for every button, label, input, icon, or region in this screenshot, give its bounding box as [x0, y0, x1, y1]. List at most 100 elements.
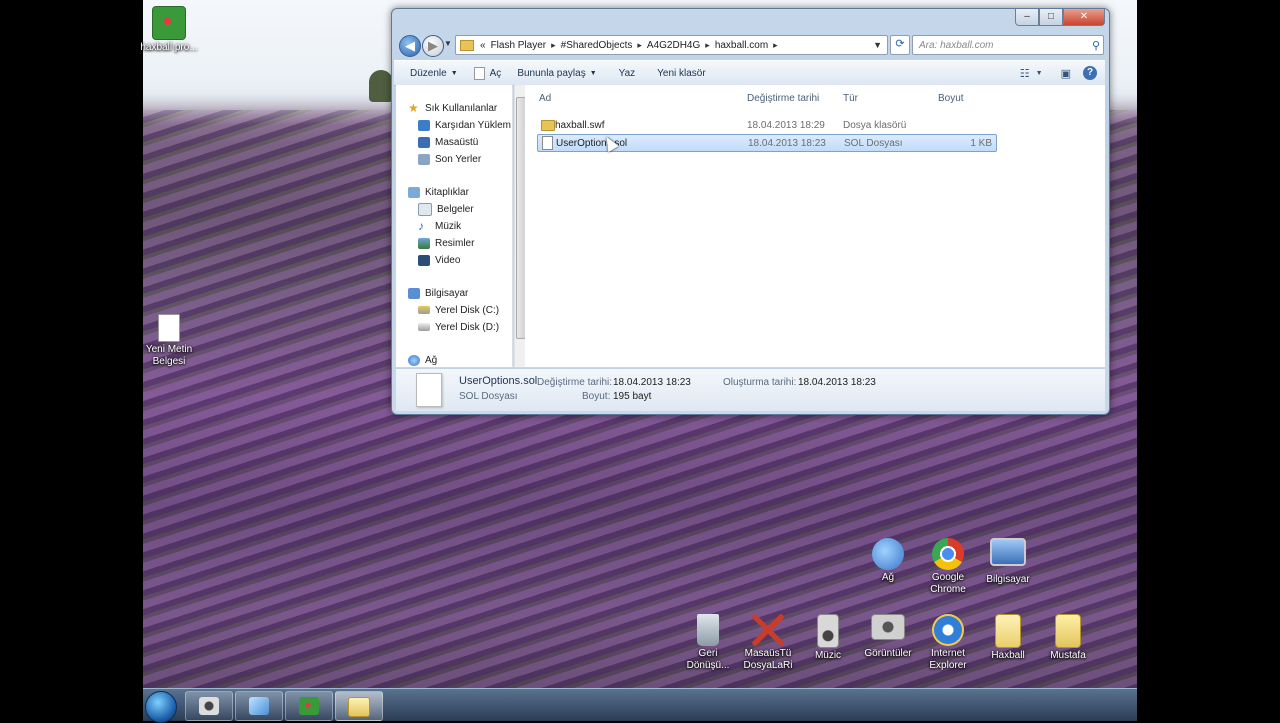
- chevron-down-icon[interactable]: ▼: [873, 40, 882, 50]
- desktop-icon-internet-explorer[interactable]: Internet Explorer: [916, 614, 980, 672]
- chevron-right-icon[interactable]: ▸: [705, 40, 710, 51]
- nav-drive-d[interactable]: Yerel Disk (D:): [418, 319, 499, 335]
- details-size-value: 195 bayt: [613, 391, 652, 402]
- nav-label: Yerel Disk (D:): [435, 321, 500, 333]
- desktop-icon-label-line2: Chrome: [930, 584, 966, 595]
- recent-places-icon: [418, 153, 430, 165]
- refresh-button[interactable]: ⟳: [890, 35, 910, 55]
- desktop-icon-haxball-folder[interactable]: Haxball: [976, 614, 1040, 662]
- desktop-icon-recycle-bin[interactable]: Geri Dönüşü...: [676, 614, 740, 672]
- search-icon[interactable]: ⚲: [1089, 39, 1103, 52]
- column-header-modified[interactable]: Değiştirme tarihi: [747, 93, 819, 104]
- breadcrumb-sharedobjects[interactable]: #SharedObjects: [561, 40, 633, 51]
- desktop-icon-haxball-pro[interactable]: haxball pro...: [137, 6, 201, 54]
- column-header-type[interactable]: Tür: [843, 93, 858, 104]
- chevron-down-icon[interactable]: ▼: [1036, 70, 1043, 77]
- command-bar: Düzenle ▼ Aç Bununla paylaş ▼ Yaz Yeni kla…: [394, 60, 1105, 86]
- breadcrumb-haxball-com[interactable]: haxball.com: [715, 40, 768, 51]
- share-label: Bununla paylaş: [517, 67, 586, 79]
- desktop-icon-desktop-files[interactable]: MasaüsTü DosyaLaRi: [736, 614, 800, 672]
- haxball-icon: [152, 6, 186, 40]
- nav-label: Resimler: [435, 237, 475, 249]
- burn-button[interactable]: Yaz: [619, 68, 636, 79]
- nav-computer[interactable]: Bilgisayar: [408, 285, 468, 301]
- column-header-size[interactable]: Boyut: [938, 93, 964, 104]
- desktop-icon-label: Görüntüler: [864, 648, 912, 659]
- view-controls: ☷ ▼ ▣ ?: [1008, 66, 1097, 80]
- chevron-right-icon[interactable]: ▸: [773, 40, 778, 51]
- back-button[interactable]: ◀: [399, 35, 421, 57]
- desktop-icon-music[interactable]: Müzic: [796, 614, 860, 662]
- maximize-button[interactable]: □: [1039, 9, 1063, 26]
- window-controls: – □ ✕: [1015, 9, 1105, 26]
- share-button[interactable]: Bununla paylaş ▼: [517, 68, 596, 79]
- document-icon: [416, 373, 442, 407]
- nav-recent-places[interactable]: Son Yerler: [418, 151, 481, 167]
- desktop-icon-new-text-document[interactable]: Yeni Metin Belgesi: [137, 314, 201, 368]
- desktop-icon-pictures[interactable]: Görüntüler: [856, 614, 920, 660]
- navigation-scrollbar[interactable]: [514, 85, 526, 367]
- nav-label: Yerel Disk (C:): [435, 304, 500, 316]
- breadcrumb-a4g2dh4g[interactable]: A4G2DH4G: [647, 40, 700, 51]
- desktop-icon-computer[interactable]: Bilgisayar: [976, 538, 1040, 586]
- search-input[interactable]: Ara: haxball.com: [913, 40, 1089, 51]
- nav-network[interactable]: Ağ: [408, 352, 437, 368]
- forward-button[interactable]: ▶: [422, 35, 444, 57]
- desktop-icon-label-line2: Dönüşü...: [686, 660, 730, 671]
- start-button[interactable]: [145, 691, 177, 723]
- taskbar-button-haxball[interactable]: [285, 691, 333, 721]
- open-button[interactable]: Aç: [473, 66, 501, 80]
- details-created-label: Oluşturma tarihi:: [723, 377, 797, 388]
- desktop-icon-mustafa-folder[interactable]: Mustafa: [1036, 614, 1100, 662]
- search-box[interactable]: Ara: haxball.com ⚲: [912, 35, 1104, 55]
- nav-music[interactable]: ♪ Müzik: [418, 218, 461, 234]
- nav-drive-c[interactable]: Yerel Disk (C:): [418, 302, 499, 318]
- organize-label: Düzenle: [410, 67, 447, 79]
- desktop-icon-label-line1: MasaüsTü: [744, 648, 792, 659]
- nav-label: Video: [435, 254, 461, 266]
- navigation-pane: ★ Sık Kullanılanlar Karşıdan Yüklem Masaü…: [396, 85, 513, 367]
- network-icon: [408, 354, 420, 366]
- explorer-window[interactable]: – □ ✕ ◀ ▶ ▼ « Flash Player ▸ #SharedObje…: [391, 8, 1110, 415]
- nav-downloads[interactable]: Karşıdan Yüklem: [418, 117, 511, 133]
- desktop-icon-google-chrome[interactable]: Google Chrome: [916, 538, 980, 596]
- file-row-haxball-swf[interactable]: haxball.swf 18.04.2013 18:29 Dosya klasö…: [537, 117, 995, 133]
- new-folder-button[interactable]: Yeni klasör: [657, 68, 706, 79]
- details-filename: UserOptions.sol: [459, 375, 538, 387]
- taskbar-button-camera[interactable]: [185, 691, 233, 721]
- nav-desktop[interactable]: Masaüstü: [418, 134, 478, 150]
- desktop-icon-label-line1: Geri: [698, 648, 718, 659]
- nav-label: Son Yerler: [435, 153, 482, 165]
- chevron-down-icon: ▼: [450, 69, 458, 77]
- desktop-icon-network[interactable]: Ağ: [856, 538, 920, 584]
- text-document-icon: [158, 314, 180, 342]
- nav-documents[interactable]: Belgeler: [418, 201, 474, 217]
- recent-pages-dropdown[interactable]: ▼: [444, 39, 452, 48]
- preview-pane-icon[interactable]: ▣: [1061, 67, 1071, 80]
- close-button[interactable]: ✕: [1063, 9, 1105, 26]
- breadcrumb-overflow[interactable]: «: [480, 40, 486, 51]
- nav-pictures[interactable]: Resimler: [418, 235, 474, 251]
- folder-icon: [1055, 614, 1081, 648]
- nav-libraries[interactable]: Kitaplıklar: [408, 184, 469, 200]
- column-header-name[interactable]: Ad: [539, 93, 551, 104]
- organize-button[interactable]: Düzenle ▼: [410, 68, 458, 79]
- taskbar-button-explorer[interactable]: [335, 691, 383, 721]
- recycle-bin-icon: [697, 614, 719, 646]
- desktop-icon-label-line1: Internet: [931, 648, 965, 659]
- camera-icon: [199, 697, 219, 715]
- nav-video[interactable]: Video: [418, 252, 460, 268]
- address-bar[interactable]: « Flash Player ▸ #SharedObjects ▸ A4G2DH…: [455, 35, 888, 55]
- details-created-value: 18.04.2013 18:23: [798, 377, 876, 388]
- taskbar-button-documents[interactable]: [235, 691, 283, 721]
- file-modified: 18.04.2013 18:29: [747, 119, 825, 131]
- view-options-icon[interactable]: ☷: [1020, 67, 1030, 80]
- nav-favorites[interactable]: ★ Sık Kullanılanlar: [408, 100, 497, 116]
- chevron-right-icon[interactable]: ▸: [637, 40, 642, 51]
- chevron-right-icon[interactable]: ▸: [551, 40, 556, 51]
- file-name: haxball.swf: [555, 119, 605, 131]
- help-icon[interactable]: ?: [1083, 66, 1097, 80]
- nav-label: Bilgisayar: [425, 287, 469, 299]
- minimize-button[interactable]: –: [1015, 9, 1039, 26]
- breadcrumb-flash-player[interactable]: Flash Player: [491, 40, 547, 51]
